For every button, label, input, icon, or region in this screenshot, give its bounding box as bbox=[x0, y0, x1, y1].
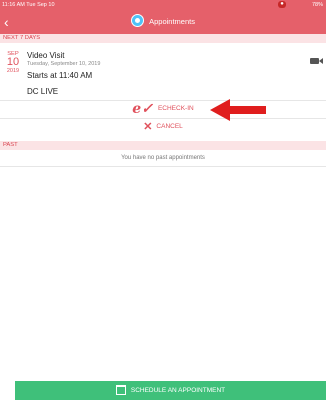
divider bbox=[0, 166, 326, 167]
appointment-date-block: SEP 10 2019 bbox=[4, 51, 22, 74]
appointment-day: 10 bbox=[6, 56, 20, 68]
cancel-label: CANCEL bbox=[156, 123, 183, 130]
page-title: Appointments bbox=[0, 14, 326, 29]
appointment-start-time: Starts at 11:40 AM bbox=[27, 71, 93, 80]
cancel-x-icon: ✕ bbox=[143, 121, 153, 133]
no-past-appointments-message: You have no past appointments bbox=[121, 155, 205, 161]
appointment-year: 2019 bbox=[6, 68, 20, 74]
echeckin-button[interactable]: e✓ ECHECK-IN bbox=[0, 101, 326, 117]
appointment-title: Video Visit bbox=[27, 51, 65, 60]
page-title-text: Appointments bbox=[149, 17, 195, 26]
cancel-button[interactable]: ✕ CANCEL bbox=[0, 119, 326, 135]
schedule-appointment-label: SCHEDULE AN APPOINTMENT bbox=[130, 387, 226, 394]
red-arrow-icon bbox=[210, 99, 266, 121]
app-header: 11:16 AM Tue Sep 10 ● 78% ‹ Appointments bbox=[0, 0, 326, 34]
echeckin-label: ECHECK-IN bbox=[157, 105, 194, 112]
section-next-7-days: NEXT 7 DAYS bbox=[0, 34, 326, 43]
status-bar: 11:16 AM Tue Sep 10 ● 78% bbox=[0, 0, 326, 10]
calendar-icon bbox=[115, 384, 126, 395]
section-past: PAST bbox=[0, 141, 326, 150]
recording-indicator-icon: ● bbox=[278, 1, 286, 8]
video-camera-icon bbox=[310, 58, 323, 64]
appointment-location: DC LIVE bbox=[27, 87, 59, 96]
echeckin-icon: e✓ bbox=[132, 101, 153, 117]
status-time: 11:16 AM Tue Sep 10 bbox=[2, 2, 55, 8]
appointment-full-date: Tuesday, September 10, 2019 bbox=[27, 61, 101, 67]
battery-indicator: 78% bbox=[311, 2, 323, 8]
schedule-appointment-button[interactable]: SCHEDULE AN APPOINTMENT bbox=[15, 381, 326, 400]
appointments-logo-icon bbox=[131, 14, 145, 27]
